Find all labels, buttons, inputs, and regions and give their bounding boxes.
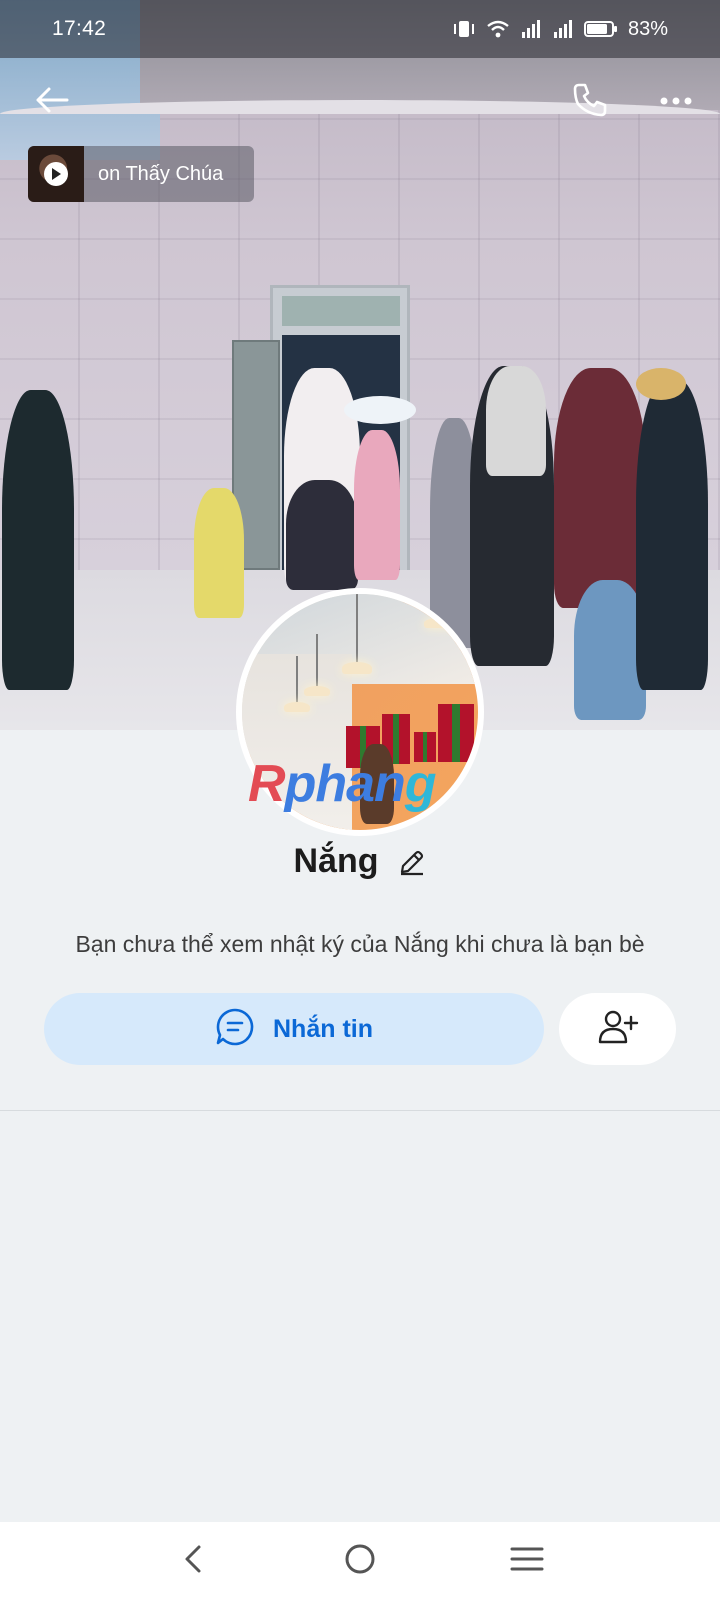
call-button[interactable] (568, 80, 612, 124)
system-home-button[interactable] (335, 1536, 385, 1586)
battery-percent: 83% (627, 17, 668, 40)
watermark-part: R (248, 755, 286, 813)
profile-name: Nắng (293, 842, 379, 880)
back-button[interactable] (30, 80, 74, 124)
nav-home-icon (343, 1542, 377, 1581)
vibrate-icon (452, 19, 476, 39)
add-friend-icon (597, 1009, 639, 1050)
add-friend-button[interactable] (559, 993, 676, 1065)
music-thumbnail (28, 146, 84, 202)
cover-person (486, 366, 546, 476)
phone-icon (571, 81, 609, 124)
nav-back-icon (181, 1543, 205, 1580)
avatar-lamp-cord (356, 594, 358, 664)
status-bar: 17:42 83% (0, 0, 720, 58)
signal-icon (552, 19, 574, 39)
pencil-icon[interactable] (397, 847, 427, 877)
system-menu-button[interactable] (502, 1536, 552, 1586)
privacy-notice: Bạn chưa thể xem nhật ký của Nắng khi ch… (75, 931, 645, 957)
avatar-lamp-cord (316, 634, 318, 688)
avatar-lamp-cord (438, 594, 440, 620)
profile-name-row: Nắng (0, 842, 720, 881)
cover-transom (282, 296, 400, 326)
avatar-lamp-cord (296, 656, 298, 704)
system-navigation-bar (0, 1522, 720, 1600)
cover-person (354, 430, 400, 580)
message-button-label: Nhắn tin (273, 1014, 373, 1043)
cover-person (344, 396, 416, 424)
cover-person (636, 368, 686, 400)
avatar-lamp (304, 686, 330, 696)
watermark-part: g (404, 755, 437, 813)
watermark-logo: Rphang (248, 755, 437, 813)
nav-menu-icon (510, 1545, 544, 1578)
more-icon (659, 93, 693, 111)
profile-music-chip[interactable]: on Thấy Chúa (28, 146, 254, 202)
status-time: 17:42 (52, 17, 107, 40)
message-button[interactable]: Nhắn tin (44, 993, 544, 1065)
cover-person (2, 390, 74, 690)
avatar-decoration (438, 704, 474, 762)
status-icons: 83% (452, 18, 668, 41)
battery-icon (583, 19, 618, 39)
wifi-icon (486, 19, 510, 39)
watermark-part: phan (284, 755, 406, 813)
avatar-lamp (342, 662, 372, 674)
cover-person (286, 480, 358, 590)
avatar-lamp (424, 618, 454, 628)
back-arrow-icon (34, 85, 70, 120)
music-title: on Thấy Chúa (98, 162, 224, 185)
chat-bubble-icon (215, 1007, 255, 1052)
play-icon (44, 162, 68, 186)
cover-person (554, 368, 646, 608)
cover-person (194, 488, 244, 618)
signal-icon (520, 19, 542, 39)
cover-person (636, 380, 708, 690)
section-divider (0, 1110, 720, 1111)
system-back-button[interactable] (168, 1536, 218, 1586)
avatar-lamp (284, 702, 310, 712)
more-button[interactable] (654, 80, 698, 124)
